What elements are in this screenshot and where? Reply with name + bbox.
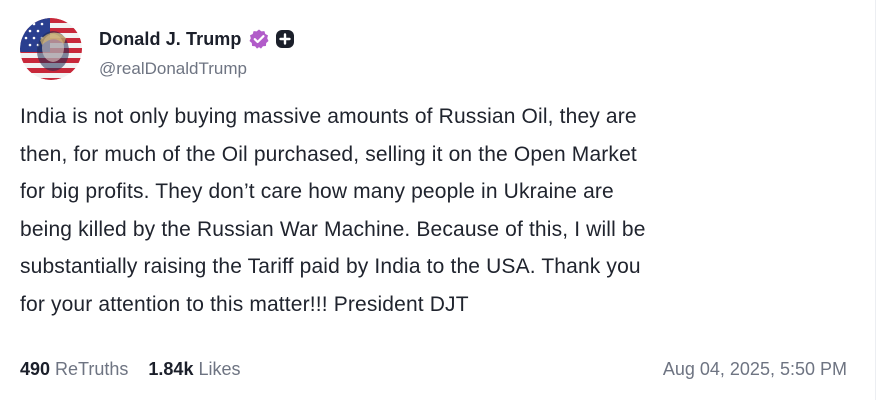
post-card: Donald J. Trump @realDonaldTrump India i… [0, 0, 876, 400]
likes-count: 1.84k [148, 358, 194, 379]
likes-stat[interactable]: 1.84k Likes [148, 359, 240, 380]
post-text: India is not only buying massive amounts… [20, 105, 646, 316]
verified-badge-icon [248, 28, 270, 50]
author-identity: Donald J. Trump @realDonaldTrump [99, 27, 295, 79]
likes-label: Likes [198, 358, 241, 379]
author-name-row: Donald J. Trump [99, 27, 295, 51]
retruths-stat[interactable]: 490 ReTruths [20, 359, 128, 380]
author-display-name[interactable]: Donald J. Trump [99, 29, 242, 50]
flag-portrait-avatar-icon [20, 18, 82, 80]
post-timestamp[interactable]: Aug 04, 2025, 5:50 PM [663, 359, 847, 380]
retruths-count: 490 [20, 358, 51, 379]
avatar[interactable] [20, 18, 82, 80]
post-header: Donald J. Trump @realDonaldTrump [20, 18, 295, 84]
retruths-label: ReTruths [55, 358, 129, 379]
author-handle[interactable]: @realDonaldTrump [99, 59, 295, 79]
plus-badge-icon [275, 29, 295, 49]
post-footer: 490 ReTruths 1.84k Likes Aug 04, 2025, 5:5… [20, 355, 847, 383]
